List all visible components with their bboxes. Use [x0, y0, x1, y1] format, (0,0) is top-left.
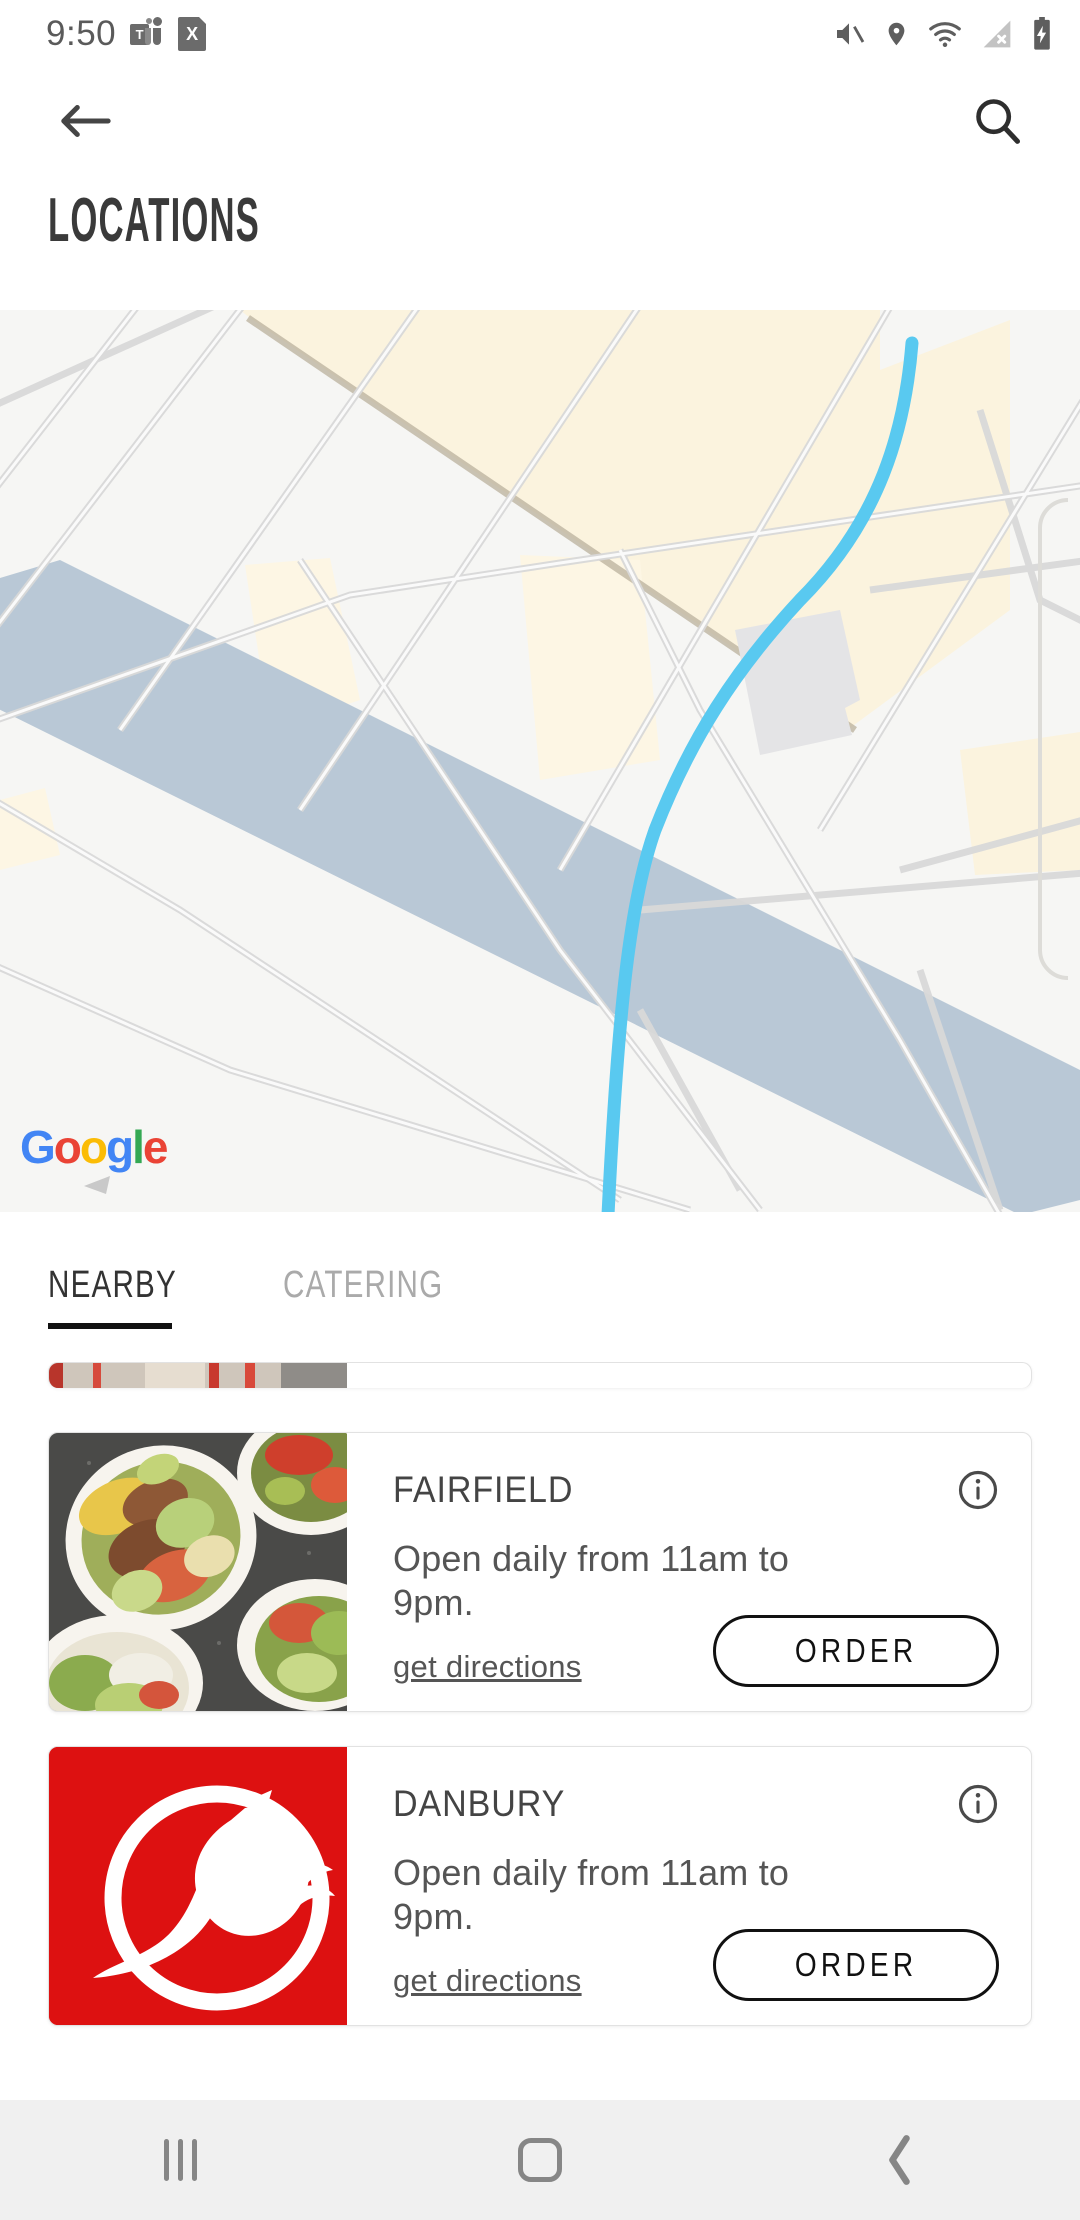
list-item[interactable]	[48, 1362, 1032, 1388]
list-item[interactable]: FAIRFIELD Open daily from 11am to 9pm. g…	[48, 1432, 1032, 1712]
google-logo-letter: o	[53, 1121, 82, 1173]
info-icon[interactable]	[957, 1469, 999, 1511]
google-logo-letter: e	[142, 1121, 169, 1173]
order-button-label: ORDER	[794, 1946, 918, 1983]
order-button[interactable]: ORDER	[713, 1929, 999, 2001]
search-button[interactable]	[962, 85, 1034, 162]
status-bar-left: 9:50 T X	[46, 14, 207, 54]
page-title: LOCATIONS	[48, 186, 260, 255]
tab-catering-label: CATERING	[283, 1264, 444, 1306]
google-logo-letter: g	[106, 1121, 134, 1173]
location-thumbnail	[49, 1433, 347, 1711]
google-logo-letter: l	[132, 1121, 145, 1173]
back-button[interactable]	[48, 91, 122, 156]
battery-charging-icon	[1034, 17, 1050, 50]
google-logo-letter: o	[79, 1121, 108, 1173]
tab-nearby[interactable]: NEARBY	[48, 1264, 213, 1337]
back-chevron-icon	[889, 2135, 910, 2185]
home-button[interactable]	[460, 2100, 620, 2220]
search-icon	[976, 98, 1020, 144]
tab-catering[interactable]: CATERING	[283, 1264, 489, 1337]
map-canvas	[0, 310, 1080, 1212]
location-pin-icon	[888, 22, 905, 46]
order-button[interactable]: ORDER	[713, 1615, 999, 1687]
excel-icon: X	[178, 17, 207, 51]
home-icon	[518, 2138, 562, 2182]
list-item[interactable]: DANBURY Open daily from 11am to 9pm. get…	[48, 1746, 1032, 2026]
location-hours: Open daily from 11am to 9pm.	[393, 1852, 790, 1938]
location-name: FAIRFIELD	[393, 1469, 574, 1510]
tab-nearby-label: NEARBY	[48, 1264, 177, 1306]
get-directions-link[interactable]: get directions	[393, 1649, 582, 1685]
mute-icon	[837, 23, 865, 45]
recents-icon	[163, 2139, 197, 2181]
cellular-off-icon	[983, 20, 1011, 48]
food-photo	[49, 1433, 347, 1711]
location-thumbnail	[49, 1363, 347, 1388]
tab-bar: NEARBY CATERING	[0, 1212, 1080, 1362]
back-button[interactable]	[820, 2100, 980, 2220]
locations-list[interactable]: FAIRFIELD Open daily from 11am to 9pm. g…	[0, 1362, 1080, 2100]
teams-icon: T	[130, 17, 164, 51]
phone-screen: 9:50 T X LOCATIONS Google NEARBY CATERIN…	[0, 0, 1080, 2220]
app-bar	[0, 68, 1080, 178]
google-logo-letter: G	[20, 1121, 56, 1173]
location-details: DANBURY Open daily from 11am to 9pm. get…	[347, 1747, 1031, 2025]
info-icon[interactable]	[957, 1783, 999, 1825]
wifi-icon	[929, 22, 961, 48]
brand-logo-icon	[49, 1747, 347, 2025]
recents-button[interactable]	[100, 2100, 260, 2220]
location-details: FAIRFIELD Open daily from 11am to 9pm. g…	[347, 1433, 1031, 1711]
get-directions-link[interactable]: get directions	[393, 1963, 582, 1999]
status-clock: 9:50	[46, 14, 117, 53]
system-nav-bar	[0, 2100, 1080, 2220]
location-name: DANBURY	[393, 1783, 566, 1824]
google-logo: Google	[20, 1120, 169, 1174]
order-button-label: ORDER	[794, 1632, 918, 1669]
location-hours: Open daily from 11am to 9pm.	[393, 1538, 790, 1624]
map-park-area	[960, 732, 1080, 875]
status-bar: 9:50 T X	[0, 0, 1080, 68]
status-bar-right	[831, 17, 1054, 51]
location-thumbnail	[49, 1747, 347, 2025]
map-view[interactable]: Google	[0, 310, 1080, 1212]
back-arrow-icon	[61, 104, 111, 137]
